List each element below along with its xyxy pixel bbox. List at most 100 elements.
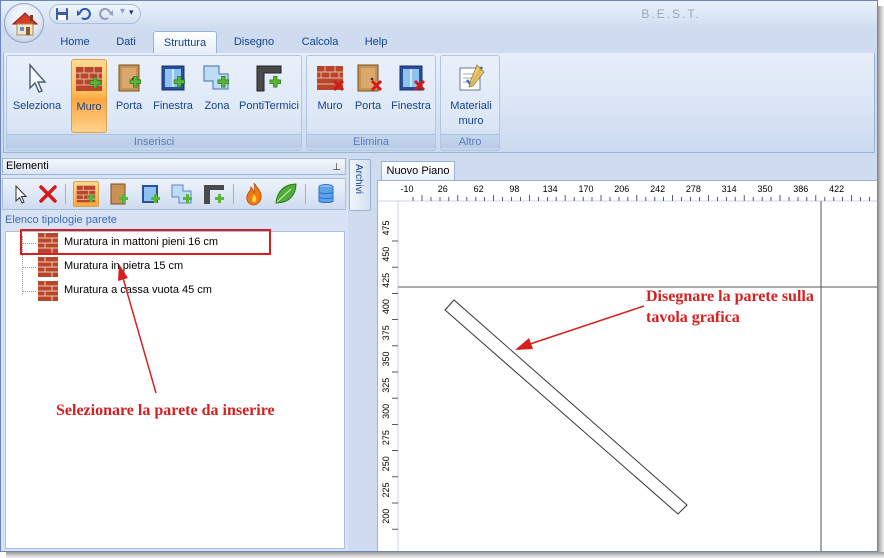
finestra-insert-button[interactable]: Finestra: [151, 59, 195, 133]
materiali-muro-button[interactable]: Materiali muro: [445, 59, 497, 133]
y-ruler-label: 425: [381, 273, 391, 288]
group-label-inserisci: Inserisci: [7, 134, 301, 148]
x-ruler-label: 206: [614, 184, 629, 194]
wall-types-header: Elenco tipologie parete: [5, 214, 117, 226]
database-icon[interactable]: [313, 181, 339, 207]
door-icon[interactable]: [105, 181, 131, 207]
y-ruler-label: 400: [381, 299, 391, 314]
x-ruler-label: 278: [686, 184, 701, 194]
window-add-icon: [161, 65, 186, 91]
window-title: B.E.S.T.: [641, 7, 701, 21]
fire-icon[interactable]: [241, 181, 267, 207]
materiali-muro-label: Materiali muro: [441, 99, 501, 129]
muro-delete-label: Muro: [317, 100, 343, 112]
app-window: ▾ ▾ B.E.S.T. Home Dati Struttura Disegno…: [0, 0, 878, 552]
seleziona-button[interactable]: Seleziona: [11, 59, 63, 133]
y-ruler-label: 200: [381, 509, 391, 524]
delete-icon[interactable]: [35, 181, 61, 207]
drawn-wall[interactable]: [444, 299, 688, 515]
group-label-altro: Altro: [441, 134, 499, 148]
porta-insert-button[interactable]: Porta: [111, 59, 147, 133]
tab-help[interactable]: Help: [357, 31, 395, 53]
wall-type-label: Muratura in pietra 15 cm: [64, 260, 184, 272]
finestra-delete-button[interactable]: Finestra: [389, 59, 433, 133]
tab-disegno[interactable]: Disegno: [227, 31, 281, 53]
x-ruler-label: 314: [722, 184, 737, 194]
y-ruler-label: 450: [381, 247, 391, 262]
y-ruler-label: 300: [381, 404, 391, 419]
door-add-icon: [118, 64, 142, 92]
x-ruler-label: 422: [829, 184, 844, 194]
annotation-draw-wall-line1: Disegnare la parete sulla: [646, 288, 814, 305]
ribbon-group-inserisci: Seleziona Muro Porta Finestra Zona Ponti…: [6, 55, 302, 151]
zone-icon[interactable]: [169, 181, 195, 207]
door-delete-icon: [357, 64, 383, 92]
y-ruler-label: 275: [381, 430, 391, 445]
porta-delete-button[interactable]: Porta: [351, 59, 385, 133]
wall-type-item[interactable]: Muratura in pietra 15 cm: [22, 256, 322, 278]
seleziona-label: Seleziona: [12, 100, 62, 112]
zona-label: Zona: [204, 100, 230, 112]
cursor-icon[interactable]: [7, 181, 33, 207]
pontitermici-insert-button[interactable]: PontiTermici: [239, 59, 299, 133]
toolbar-separator: [305, 184, 306, 204]
archivi-side-tab[interactable]: Archivi: [349, 159, 371, 211]
leaf-icon[interactable]: [273, 181, 299, 207]
muro-delete-button[interactable]: Muro: [313, 59, 347, 133]
group-label-elimina: Elimina: [307, 134, 435, 148]
x-ruler-label: 386: [793, 184, 808, 194]
app-menu-button[interactable]: [4, 3, 44, 43]
drawing-canvas[interactable]: -10 26 62 98 134 170 206 242 278 314 350 386 422 475…: [377, 180, 878, 552]
toolbar-separator: [65, 184, 66, 204]
elements-panel-title: Elementi: [6, 160, 49, 172]
y-ruler-label: 350: [381, 351, 391, 366]
y-ruler-label: 475: [381, 220, 391, 235]
muro-label: Muro: [76, 101, 102, 113]
window-shadow: [878, 6, 884, 558]
pin-icon[interactable]: ⊥: [332, 160, 341, 175]
y-ruler-label: 250: [381, 456, 391, 471]
tab-nuovo-piano[interactable]: Nuovo Piano: [381, 161, 455, 180]
window-icon[interactable]: [137, 181, 163, 207]
ribbon-tab-bar: Home Dati Struttura Disegno Calcola Help: [1, 29, 877, 53]
annotation-draw-wall: Disegnare la parete sulla tavola grafica: [646, 286, 814, 328]
x-ruler-label: 170: [578, 184, 593, 194]
elements-panel-header: Elementi ⊥: [2, 158, 346, 175]
finestra-delete-label: Finestra: [391, 100, 431, 112]
brick-wall-icon: [38, 257, 58, 277]
wall-type-item[interactable]: Muratura a cassa vuota 45 cm: [22, 280, 322, 302]
archivi-label: Archivi: [353, 164, 364, 195]
tree-connector: [22, 267, 36, 268]
selection-highlight-box: [20, 229, 271, 255]
tab-struttura[interactable]: Struttura: [153, 31, 217, 53]
tree-connector: [22, 291, 36, 292]
thermal-bridge-add-icon: [256, 65, 282, 92]
thermal-bridge-icon[interactable]: [201, 181, 227, 207]
x-ruler-label: -10: [400, 184, 413, 194]
brick-wall-icon[interactable]: [73, 181, 99, 207]
brick-wall-icon: [38, 281, 58, 301]
wall-types-tree: Muratura in mattoni pieni 16 cm Muratura…: [5, 231, 345, 549]
brick-wall-delete-icon: [317, 66, 345, 92]
porta-label: Porta: [115, 100, 143, 112]
annotation-select-wall: Selezionare la parete da inserire: [56, 402, 275, 419]
cursor-icon: [29, 63, 47, 93]
annotation-draw-wall-line2: tavola grafica: [646, 309, 740, 326]
drawing-svg[interactable]: -10 26 62 98 134 170 206 242 278 314 350 386 422 475…: [378, 181, 878, 552]
elements-toolbar: [2, 178, 346, 210]
ribbon-group-altro: Materiali muro Altro: [440, 55, 500, 151]
x-ruler-label: 98: [509, 184, 519, 194]
window-shadow: [6, 552, 884, 558]
y-ruler-label: 325: [381, 378, 391, 393]
materials-edit-icon: [459, 64, 485, 91]
title-bar: ▾ ▾ B.E.S.T.: [1, 1, 877, 29]
zone-add-icon: [203, 65, 230, 90]
muro-insert-button[interactable]: Muro: [71, 59, 107, 133]
tab-calcola[interactable]: Calcola: [295, 31, 345, 53]
window-delete-icon: [399, 65, 426, 92]
tab-home[interactable]: Home: [53, 31, 97, 53]
tab-dati[interactable]: Dati: [109, 31, 143, 53]
x-ruler-label: 134: [543, 184, 558, 194]
toolbar-separator: [233, 184, 234, 204]
zona-insert-button[interactable]: Zona: [199, 59, 235, 133]
